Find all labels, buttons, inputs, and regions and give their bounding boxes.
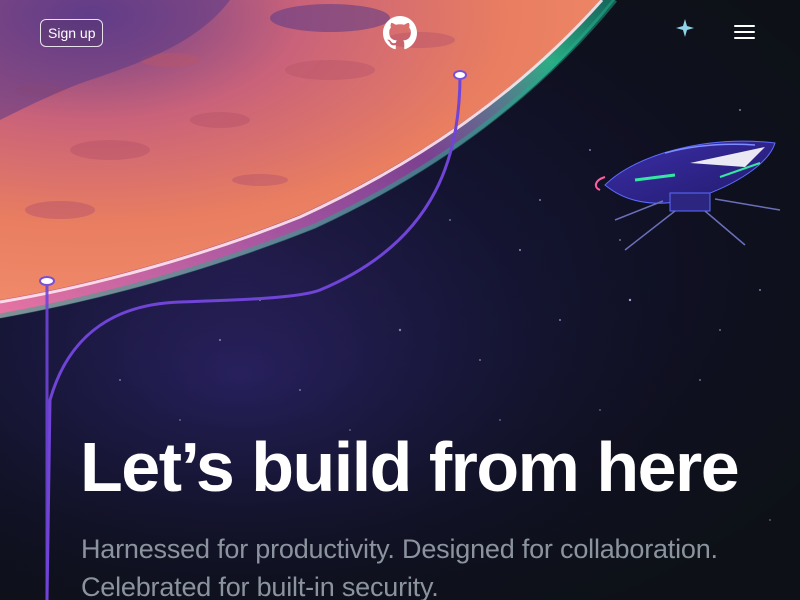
- github-mark-icon[interactable]: [383, 16, 417, 50]
- space-illustration: [0, 0, 800, 600]
- sign-up-button[interactable]: Sign up: [40, 19, 104, 47]
- hero-subtitle: Harnessed for productivity. Designed for…: [81, 534, 718, 600]
- hero-title: Let’s build from here: [80, 428, 740, 506]
- homepage: Sign up Let’s build from here Harnessed …: [0, 0, 800, 600]
- site-header: Sign up: [0, 0, 800, 66]
- hamburger-menu-icon[interactable]: [730, 20, 760, 44]
